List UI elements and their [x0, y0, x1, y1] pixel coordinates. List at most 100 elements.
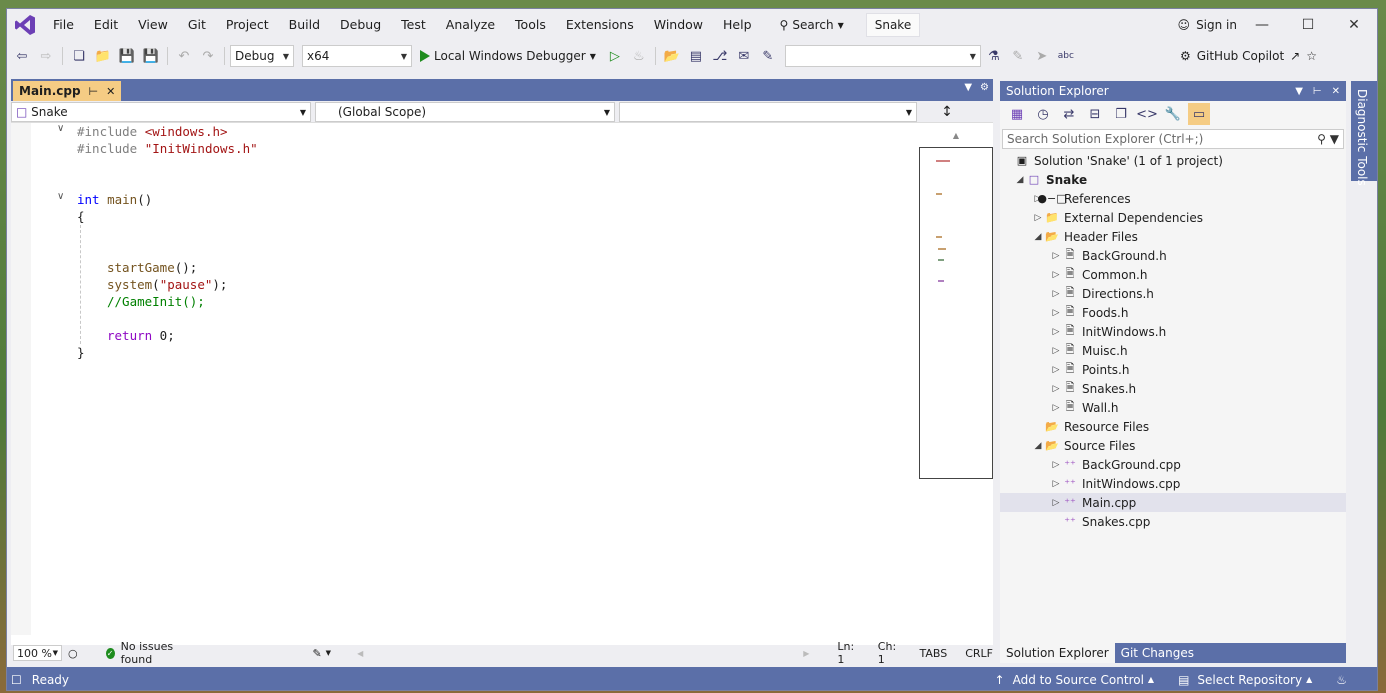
- preview-button[interactable]: ▭: [1188, 103, 1210, 125]
- health-icon[interactable]: ○: [68, 647, 78, 660]
- sign-in-button[interactable]: ☺ Sign in: [1178, 13, 1237, 37]
- indent-mode[interactable]: TABS: [919, 647, 947, 660]
- tree-resource-files[interactable]: 📂 Resource Files: [1000, 417, 1346, 436]
- tree-file[interactable]: ▷ ⁺⁺ InitWindows.cpp: [1000, 474, 1346, 493]
- select-repository-button[interactable]: Select Repository: [1197, 673, 1302, 687]
- visual-studio-logo-icon[interactable]: [7, 9, 43, 41]
- pin-icon[interactable]: ⊢: [89, 85, 99, 98]
- expanded-icon[interactable]: ◢: [1032, 441, 1044, 451]
- menu-project[interactable]: Project: [216, 13, 279, 37]
- menu-git[interactable]: Git: [178, 13, 216, 37]
- menu-build[interactable]: Build: [279, 13, 330, 37]
- show-all-files-button[interactable]: ❐: [1110, 103, 1132, 125]
- code-cleanup-icon[interactable]: ✎: [312, 647, 321, 660]
- collapsed-icon[interactable]: ▷: [1050, 479, 1062, 489]
- redo-button[interactable]: ↷: [197, 45, 219, 67]
- collapsed-icon[interactable]: ▷: [1050, 384, 1062, 394]
- tree-file[interactable]: ▷ 🗎 Common.h: [1000, 265, 1346, 284]
- tree-file[interactable]: ▷ 🗎 Wall.h: [1000, 398, 1346, 417]
- open-file-button[interactable]: 📁: [92, 45, 114, 67]
- solution-config-select[interactable]: Debug ▼: [230, 45, 294, 67]
- tree-file-selected[interactable]: ▷ ⁺⁺ Main.cpp: [1000, 493, 1346, 512]
- project-nav-select[interactable]: □ Snake ▼: [11, 102, 311, 122]
- zoom-select[interactable]: 100 % ▼: [13, 645, 63, 661]
- back-button[interactable]: ⇦: [11, 45, 33, 67]
- split-editor-button[interactable]: ↕: [917, 101, 977, 122]
- fold-toggle-icon[interactable]: ∨: [57, 123, 64, 134]
- properties-button[interactable]: 🔧: [1162, 103, 1184, 125]
- comment-button[interactable]: ✉: [733, 45, 755, 67]
- solution-search-input[interactable]: Search Solution Explorer (Ctrl+;) ⚲ ▼: [1002, 129, 1344, 149]
- tree-external-deps[interactable]: ▷ 📁 External Dependencies: [1000, 208, 1346, 227]
- menu-test[interactable]: Test: [391, 13, 436, 37]
- tree-file[interactable]: ▷ 🗎 BackGround.h: [1000, 246, 1346, 265]
- spellcheck-button[interactable]: abc: [1055, 45, 1077, 67]
- toolbar-action-button[interactable]: ➤: [1031, 45, 1053, 67]
- switch-views-button[interactable]: ▦: [1006, 103, 1028, 125]
- tree-file[interactable]: ▷ 🗎 InitWindows.h: [1000, 322, 1346, 341]
- save-button[interactable]: 💾: [116, 45, 138, 67]
- menu-analyze[interactable]: Analyze: [436, 13, 505, 37]
- tree-file[interactable]: ▷ 🗎 Directions.h: [1000, 284, 1346, 303]
- wand-button[interactable]: ✎: [757, 45, 779, 67]
- layout-button[interactable]: ▤: [685, 45, 707, 67]
- collapsed-icon[interactable]: ▷: [1032, 213, 1044, 223]
- close-window-button[interactable]: ✕: [1331, 9, 1377, 41]
- code-editor[interactable]: ∨ #include <windows.h> #include "InitWin…: [11, 123, 911, 635]
- tree-solution[interactable]: ▣ Solution 'Snake' (1 of 1 project): [1000, 151, 1346, 170]
- notification-output-icon[interactable]: ☐: [11, 673, 22, 687]
- scroll-left-icon[interactable]: ◀: [357, 649, 363, 658]
- close-icon[interactable]: ✕: [1332, 86, 1340, 97]
- minimize-button[interactable]: —: [1239, 9, 1285, 41]
- maximize-button[interactable]: ☐: [1285, 9, 1331, 41]
- tab-list-dropdown-icon[interactable]: ▼: [964, 82, 972, 93]
- forward-button[interactable]: ⇨: [35, 45, 57, 67]
- toolbar-action-button[interactable]: ✎: [1007, 45, 1029, 67]
- diagnostic-tools-tab[interactable]: Diagnostic Tools: [1355, 89, 1369, 186]
- save-all-button[interactable]: 💾: [140, 45, 162, 67]
- solution-platform-select[interactable]: x64 ▼: [302, 45, 412, 67]
- tree-file[interactable]: ▷ 🗎 Snakes.h: [1000, 379, 1346, 398]
- gear-icon[interactable]: ⚙: [980, 82, 989, 93]
- member-nav-select[interactable]: ▼: [619, 102, 917, 122]
- collapsed-icon[interactable]: ▷: [1050, 270, 1062, 280]
- chevron-down-icon[interactable]: ▼: [326, 649, 331, 657]
- tree-file[interactable]: ⁺⁺ Snakes.cpp: [1000, 512, 1346, 531]
- collapsed-icon[interactable]: ▷: [1050, 308, 1062, 318]
- pending-changes-filter-button[interactable]: ◷: [1032, 103, 1054, 125]
- tree-project[interactable]: ◢ □ Snake: [1000, 170, 1346, 189]
- tab-git-changes[interactable]: Git Changes: [1115, 643, 1200, 663]
- collapsed-icon[interactable]: ▷: [1050, 460, 1062, 470]
- collapsed-icon[interactable]: ▷: [1050, 346, 1062, 356]
- menu-view[interactable]: View: [128, 13, 178, 37]
- line-number[interactable]: Ln: 1: [837, 640, 859, 666]
- scroll-right-icon[interactable]: ▶: [803, 649, 809, 658]
- code-minimap[interactable]: [919, 147, 993, 479]
- notification-bell-icon[interactable]: ♨: [1336, 673, 1347, 687]
- sync-button[interactable]: ⇄: [1058, 103, 1080, 125]
- scroll-up-icon[interactable]: ▲: [953, 131, 959, 140]
- find-combo[interactable]: ▼: [784, 45, 981, 67]
- menu-debug[interactable]: Debug: [330, 13, 391, 37]
- tree-file[interactable]: ▷ 🗎 Points.h: [1000, 360, 1346, 379]
- tab-solution-explorer[interactable]: Solution Explorer: [1000, 643, 1115, 663]
- tree-file[interactable]: ▷ ⁺⁺ BackGround.cpp: [1000, 455, 1346, 474]
- menu-window[interactable]: Window: [644, 13, 713, 37]
- new-project-button[interactable]: ❏: [68, 45, 90, 67]
- issues-status[interactable]: No issues found: [121, 640, 193, 666]
- panel-menu-icon[interactable]: ▼: [1295, 86, 1303, 97]
- column-number[interactable]: Ch: 1: [878, 640, 902, 666]
- start-debugging-button[interactable]: Local Windows Debugger ▼: [414, 45, 602, 67]
- global-search-button[interactable]: ⚲ Search ▼: [772, 13, 852, 37]
- menu-help[interactable]: Help: [713, 13, 762, 37]
- tab-main-cpp[interactable]: Main.cpp ⊢ ✕: [13, 81, 122, 101]
- add-to-source-control-button[interactable]: Add to Source Control: [1013, 673, 1144, 687]
- tree-source-files[interactable]: ◢ 📂 Source Files: [1000, 436, 1346, 455]
- browse-folder-button[interactable]: 📂: [661, 45, 683, 67]
- toolbar-action-button[interactable]: ⚗: [983, 45, 1005, 67]
- collapsed-icon[interactable]: ▷: [1050, 327, 1062, 337]
- menu-file[interactable]: File: [43, 13, 84, 37]
- tree-header-files[interactable]: ◢ 📂 Header Files: [1000, 227, 1346, 246]
- pin-icon[interactable]: ⊢: [1313, 86, 1322, 97]
- close-tab-icon[interactable]: ✕: [106, 85, 115, 98]
